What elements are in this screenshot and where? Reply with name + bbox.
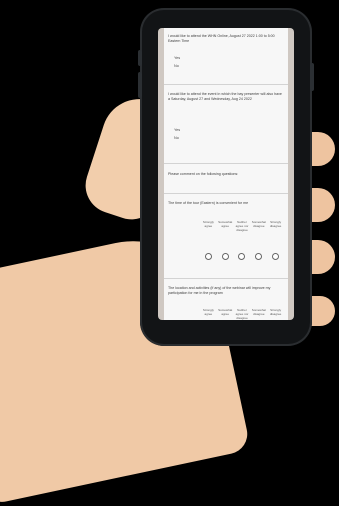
survey-content: I would like to attend the WHN Online, A… — [164, 28, 288, 320]
likert-scale-labels-2: Strongly agree Somewhat agree Neither ag… — [200, 308, 284, 320]
question-1-text: I would like to attend the WHN Online, A… — [168, 34, 275, 43]
option-yes[interactable]: Yes — [174, 56, 214, 60]
volume-up-button — [138, 50, 142, 66]
phone-device: I would like to attend the WHN Online, A… — [138, 8, 314, 346]
radio-5[interactable] — [272, 253, 280, 260]
power-button — [310, 63, 314, 91]
radio-4[interactable] — [255, 253, 263, 260]
option-no[interactable]: No — [174, 136, 214, 140]
likert-scale-labels: Strongly agree Somewhat agree Neither ag… — [200, 220, 284, 242]
question-2-options: Yes No — [174, 124, 214, 144]
scale-label-1: Strongly agree — [202, 220, 214, 228]
likert-scale-options — [200, 253, 284, 263]
scale-label-2: Somewhat agree — [218, 308, 233, 316]
volume-down-button — [138, 72, 142, 98]
question-3-text: Please comment on the following question… — [168, 172, 239, 176]
option-no[interactable]: No — [174, 64, 214, 68]
radio-1[interactable] — [204, 253, 212, 260]
scale-label-5: Strongly disagree — [269, 308, 282, 316]
divider-4 — [164, 278, 288, 279]
scale-label-3: Neither agree nor disagree — [235, 220, 249, 232]
scale-label-2: Somewhat agree — [218, 220, 233, 228]
divider-2 — [164, 163, 288, 164]
scale-label-5: Strongly disagree — [269, 220, 282, 228]
phone-screen: I would like to attend the WHN Online, A… — [158, 28, 294, 320]
divider-1 — [164, 84, 288, 85]
option-yes[interactable]: Yes — [174, 128, 214, 132]
question-5-text: The location and activities (if any) of … — [168, 286, 271, 295]
scale-label-4: Somewhat disagree — [251, 220, 266, 228]
scale-label-4: Somewhat disagree — [251, 308, 266, 316]
scale-label-3: Neither agree nor disagree — [235, 308, 249, 320]
divider-3 — [164, 193, 288, 194]
question-1-options: Yes No — [174, 52, 214, 72]
question-2-text: I would like to attend the event in whic… — [168, 92, 282, 101]
scale-label-1: Strongly agree — [202, 308, 214, 316]
question-4-text: The time of the tour (Eastern) is conven… — [168, 201, 249, 205]
radio-3[interactable] — [238, 253, 246, 260]
radio-2[interactable] — [221, 253, 229, 260]
